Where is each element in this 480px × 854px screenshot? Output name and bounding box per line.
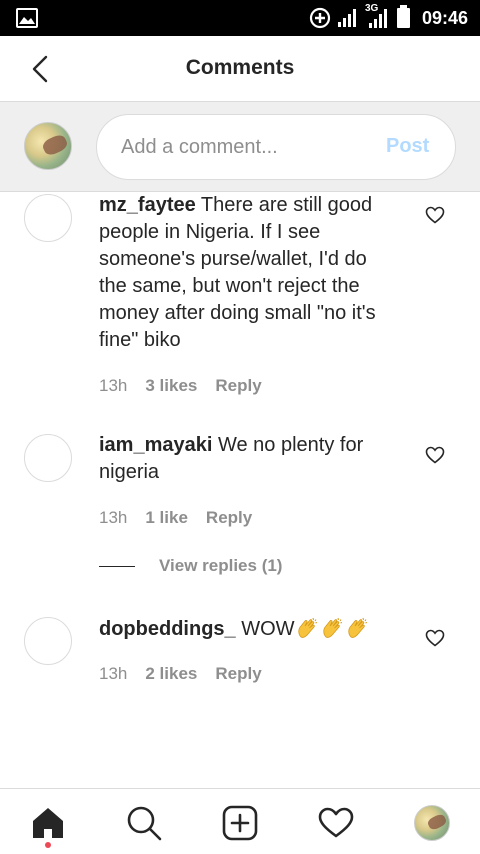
view-replies-label[interactable]: View replies (1) — [159, 556, 282, 576]
comment-body: mz_faytee There are still good people in… — [99, 192, 399, 354]
comment-likes[interactable]: 3 likes — [145, 376, 197, 396]
comment-username[interactable]: dopbeddings_ — [99, 618, 236, 640]
reply-button[interactable]: Reply — [215, 664, 261, 684]
bottom-nav — [0, 788, 480, 854]
search-icon — [127, 806, 162, 841]
divider-line — [99, 565, 135, 567]
status-icons: 3G 09:46 — [309, 3, 468, 30]
profile-avatar — [414, 805, 450, 841]
commenter-avatar[interactable] — [24, 617, 72, 665]
view-replies-button[interactable]: View replies (1) — [99, 556, 282, 576]
clapping-hands-icon — [295, 617, 370, 640]
like-heart-icon[interactable] — [425, 446, 445, 464]
add-post-icon — [222, 805, 258, 841]
data-saver-icon — [309, 7, 331, 29]
comment-meta: 13h 3 likes Reply — [99, 376, 262, 396]
post-button[interactable]: Post — [386, 135, 429, 158]
active-indicator-dot — [45, 842, 51, 848]
comment-likes[interactable]: 1 like — [145, 508, 188, 528]
comment-body: iam_mayaki We no plenty for nigeria — [99, 432, 399, 486]
nav-search[interactable] — [124, 803, 164, 843]
commenter-avatar[interactable] — [24, 434, 72, 482]
page-title: Comments — [185, 56, 295, 79]
reply-button[interactable]: Reply — [206, 508, 252, 528]
home-icon — [33, 808, 63, 838]
activity-heart-icon — [318, 807, 354, 838]
nav-new-post[interactable] — [220, 803, 260, 843]
like-heart-icon[interactable] — [425, 206, 445, 224]
signal-3g-icon: 3G — [365, 3, 391, 29]
commenter-avatar[interactable] — [24, 194, 72, 242]
gallery-icon — [16, 8, 38, 28]
header: Comments — [0, 36, 480, 102]
status-time: 09:46 — [421, 7, 468, 28]
comment-username[interactable]: iam_mayaki — [99, 434, 212, 456]
status-bar: 3G 09:46 — [0, 0, 480, 36]
reply-button[interactable]: Reply — [215, 376, 261, 396]
comment-time: 13h — [99, 508, 128, 527]
comment-username[interactable]: mz_faytee — [99, 194, 196, 216]
comment-meta: 13h 2 likes Reply — [99, 664, 262, 684]
nav-activity[interactable] — [316, 803, 356, 843]
nav-profile[interactable] — [412, 803, 452, 843]
comment-text: WOW — [241, 618, 295, 640]
battery-icon — [396, 5, 410, 28]
comment-body: dopbeddings_ WOW — [99, 616, 399, 643]
comment-time: 13h — [99, 376, 128, 395]
comment-composer: Post — [0, 102, 480, 192]
comment-meta: 13h 1 like Reply — [99, 508, 252, 528]
comment-likes[interactable]: 2 likes — [145, 664, 197, 684]
signal-icon — [337, 9, 356, 27]
nav-home[interactable] — [28, 803, 68, 843]
comment-text: There are still good people in Nigeria. … — [99, 194, 376, 351]
comment-time: 13h — [99, 664, 128, 683]
like-heart-icon[interactable] — [425, 629, 445, 647]
user-avatar — [24, 122, 72, 170]
